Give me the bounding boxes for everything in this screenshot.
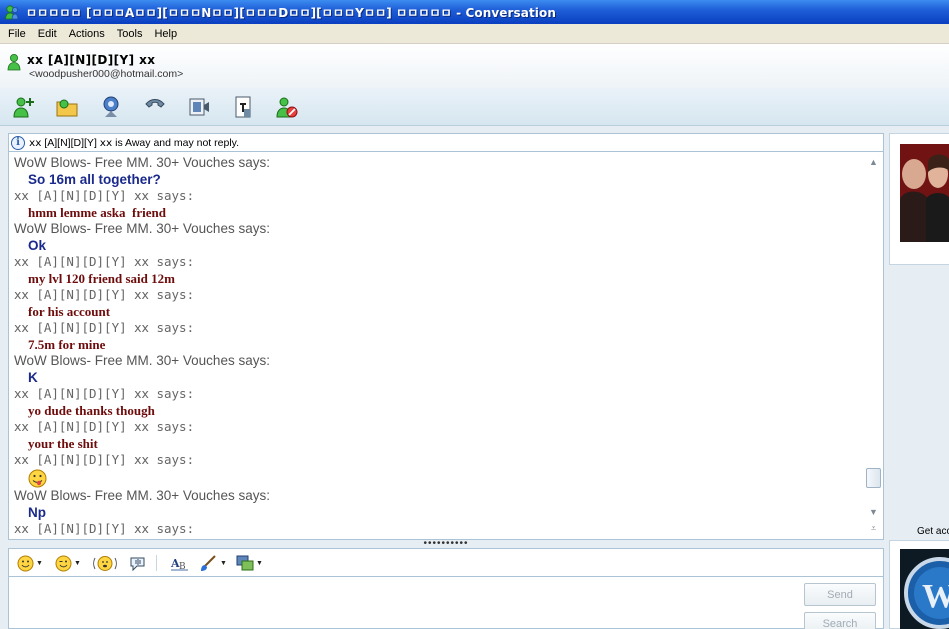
tongue-out-emoticon-icon <box>28 469 47 488</box>
pane-splitter[interactable]: •••••••••• <box>8 539 884 549</box>
message-text: K <box>28 370 38 385</box>
main-toolbar <box>0 88 949 126</box>
sender-line: ⅹⅹ [A][N][D][Y] ⅹⅹ says: <box>14 386 195 401</box>
message-text: Ok <box>28 238 47 253</box>
conversation-history[interactable]: WoW Blows- Free MM. 30+ Vouches says: So … <box>8 152 884 540</box>
message-text: Np <box>28 505 46 520</box>
contact-email: <woodpusher000@hotmail.com> <box>29 68 184 80</box>
message-list: WoW Blows- Free MM. 30+ Vouches says: So … <box>14 155 859 538</box>
background-icon[interactable]: ▼ <box>200 554 227 572</box>
svg-text:W: W <box>922 578 949 615</box>
title-bar: ㅁㅁㅁㅁㅁ [ㅁㅁㅁAㅁㅁ][ㅁㅁㅁNㅁㅁ][ㅁㅁㅁDㅁㅁ][ㅁㅁㅁYㅁㅁ] ㅁ… <box>0 0 949 24</box>
message-text: my lvl 120 friend said 12m <box>28 271 175 286</box>
menu-edit[interactable]: Edit <box>32 28 63 40</box>
info-icon: i <box>11 135 25 150</box>
status-text: ⅹⅹ [A][N][D][Y] ⅹⅹ is Away and may not r… <box>29 136 240 149</box>
scroll-down-arrow-icon[interactable]: ▼ <box>868 507 879 518</box>
contact-display-picture[interactable] <box>900 144 949 242</box>
message-input[interactable]: Send Search <box>8 577 884 629</box>
message-emoticon <box>14 469 859 488</box>
sender-line: WoW Blows- Free MM. 30+ Vouches says: <box>14 353 270 368</box>
message-text: yo dude thanks though <box>28 403 155 418</box>
menu-bar: File Edit Actions Tools Help <box>0 24 949 44</box>
contact-status-icon <box>7 54 21 71</box>
sender-line: ⅹⅹ [A][N][D][Y] ⅹⅹ says: <box>14 188 195 203</box>
block-icon[interactable] <box>274 94 300 120</box>
scroll-up-arrow-icon[interactable]: ▲ <box>868 157 879 168</box>
sender-line: ⅹⅹ [A][N][D][Y] ⅹⅹ says: <box>14 419 195 434</box>
wink-icon[interactable]: ▼ <box>55 554 81 572</box>
sender-line: ⅹⅹ [A][N][D][Y] ⅹⅹ says: <box>14 254 195 269</box>
sender-line: WoW Blows- Free MM. 30+ Vouches says: <box>14 155 270 170</box>
status-infobar: i ⅹⅹ [A][N][D][Y] ⅹⅹ is Away and may not… <box>8 133 884 152</box>
sender-line: ⅹⅹ [A][N][D][Y] ⅹⅹ says: <box>14 521 195 536</box>
format-toolbar: ▼ ▼ AB ▼ ▼ <box>8 548 884 577</box>
message-text: 7.5m for mine <box>28 337 106 352</box>
messenger-icon <box>5 5 19 20</box>
nudge-icon[interactable] <box>93 554 117 572</box>
contact-display-picture-frame <box>889 133 949 265</box>
my-display-picture-frame: W <box>889 540 949 629</box>
menu-actions[interactable]: Actions <box>63 28 111 40</box>
sender-line: ⅹⅹ [A][N][D][Y] ⅹⅹ says: <box>14 452 195 467</box>
message-text: your the shit <box>28 436 98 451</box>
games-icon[interactable] <box>230 94 256 120</box>
sender-line: WoW Blows- Free MM. 30+ Vouches says: <box>14 488 270 503</box>
font-icon[interactable]: AB <box>170 554 189 572</box>
contact-name: ⅹⅹ [A][N][D][Y] ⅹⅹ <box>27 53 156 67</box>
conversation-scrollbar[interactable]: ▲ ▼ ⩡ <box>864 152 883 539</box>
my-display-picture[interactable]: W <box>900 549 949 629</box>
voice-clip-icon[interactable] <box>129 554 146 572</box>
invite-contact-icon[interactable] <box>11 94 37 120</box>
video-icon[interactable] <box>186 94 212 120</box>
send-button[interactable]: Send <box>804 583 876 606</box>
webcam-icon[interactable] <box>98 94 124 120</box>
sender-line: ⅹⅹ [A][N][D][Y] ⅹⅹ says: <box>14 287 195 302</box>
contact-header: ⅹⅹ [A][N][D][Y] ⅹⅹ <woodpusher000@hotmai… <box>0 44 949 88</box>
scroll-end-icon[interactable]: ⩡ <box>868 523 879 534</box>
menu-help[interactable]: Help <box>148 28 183 40</box>
window-title: ㅁㅁㅁㅁㅁ [ㅁㅁㅁAㅁㅁ][ㅁㅁㅁNㅁㅁ][ㅁㅁㅁDㅁㅁ][ㅁㅁㅁYㅁㅁ] ㅁ… <box>26 5 556 20</box>
message-text: So 16m all together? <box>28 172 161 187</box>
send-files-icon[interactable] <box>54 94 80 120</box>
menu-tools[interactable]: Tools <box>111 28 149 40</box>
call-icon[interactable] <box>142 94 168 120</box>
display-picture-icon[interactable]: ▼ <box>236 554 263 572</box>
sender-line: ⅹⅹ [A][N][D][Y] ⅹⅹ says: <box>14 320 195 335</box>
scroll-thumb[interactable] <box>866 468 881 488</box>
search-button[interactable]: Search <box>804 612 876 629</box>
message-text: for his account <box>28 304 111 319</box>
message-text: hmm lemme aska friend <box>28 205 166 220</box>
menu-file[interactable]: File <box>2 28 32 40</box>
right-pane-label: Get acco <box>917 526 949 537</box>
emoticon-icon[interactable]: ▼ <box>17 554 43 572</box>
sender-line: WoW Blows- Free MM. 30+ Vouches says: <box>14 221 270 236</box>
